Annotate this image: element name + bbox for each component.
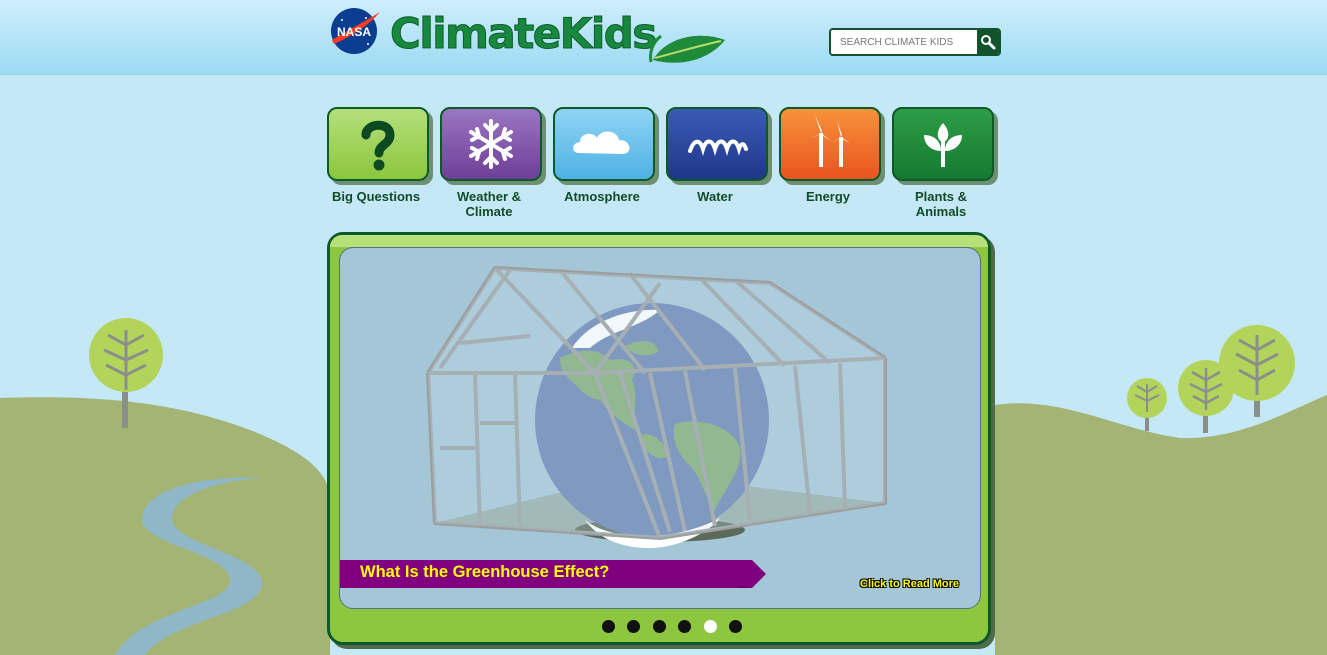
site-header: NASA ClimateKids [0,0,1327,75]
category-tile[interactable] [440,107,542,181]
search-icon [981,35,996,50]
category-weather-climate[interactable]: Weather & Climate [440,107,544,219]
tree-right-small [1127,378,1167,431]
site-title[interactable]: ClimateKids [390,9,658,58]
search-input[interactable] [831,30,971,54]
search-button[interactable] [977,30,999,54]
question-mark-icon [361,120,395,171]
slide-dot-3[interactable] [652,620,666,633]
category-tile[interactable] [327,107,429,181]
featured-slideshow: What Is the Greenhouse Effect? Click to … [327,232,991,645]
cloud-icon [573,131,630,154]
category-tile[interactable] [779,107,881,181]
category-energy[interactable]: Energy [779,107,883,204]
category-label: Big Questions [331,189,421,204]
snowflake-icon [469,119,513,169]
category-label: Plants & Animals [914,189,967,219]
search-box [829,28,1001,56]
right-hill [995,395,1327,655]
category-label: Weather & Climate [456,189,522,219]
category-atmosphere[interactable]: Atmosphere [553,107,657,204]
category-tile[interactable] [553,107,655,181]
slide-greenhouse-effect[interactable]: What Is the Greenhouse Effect? Click to … [339,247,981,609]
nasa-logo-icon[interactable]: NASA [328,6,382,54]
wind-turbines-icon [810,115,850,167]
category-label: Atmosphere [564,189,640,204]
category-tile[interactable] [666,107,768,181]
slide-title-banner: What Is the Greenhouse Effect? [340,560,766,588]
slide-dot-5[interactable] [703,620,717,633]
nasa-logo-text: NASA [337,25,371,39]
category-label: Energy [805,189,851,204]
leaf-icon [649,34,725,63]
waves-icon [688,139,748,156]
category-tile[interactable] [892,107,994,181]
category-plants-animals[interactable]: Plants & Animals [892,107,996,219]
category-water[interactable]: Water [666,107,770,204]
category-label: Water [697,189,733,204]
read-more-link[interactable]: Click to Read More [860,578,959,590]
greenhouse-earth-illustration [426,266,887,548]
tree-right-large [1219,325,1295,417]
slide-dot-6[interactable] [729,620,742,633]
slide-dot-4[interactable] [678,620,692,633]
slide-dot-1[interactable] [602,620,615,633]
sprout-icon [924,123,962,167]
category-big-questions[interactable]: Big Questions [327,107,431,204]
slide-dot-2[interactable] [627,620,641,633]
slide-title: What Is the Greenhouse Effect? [360,563,610,581]
